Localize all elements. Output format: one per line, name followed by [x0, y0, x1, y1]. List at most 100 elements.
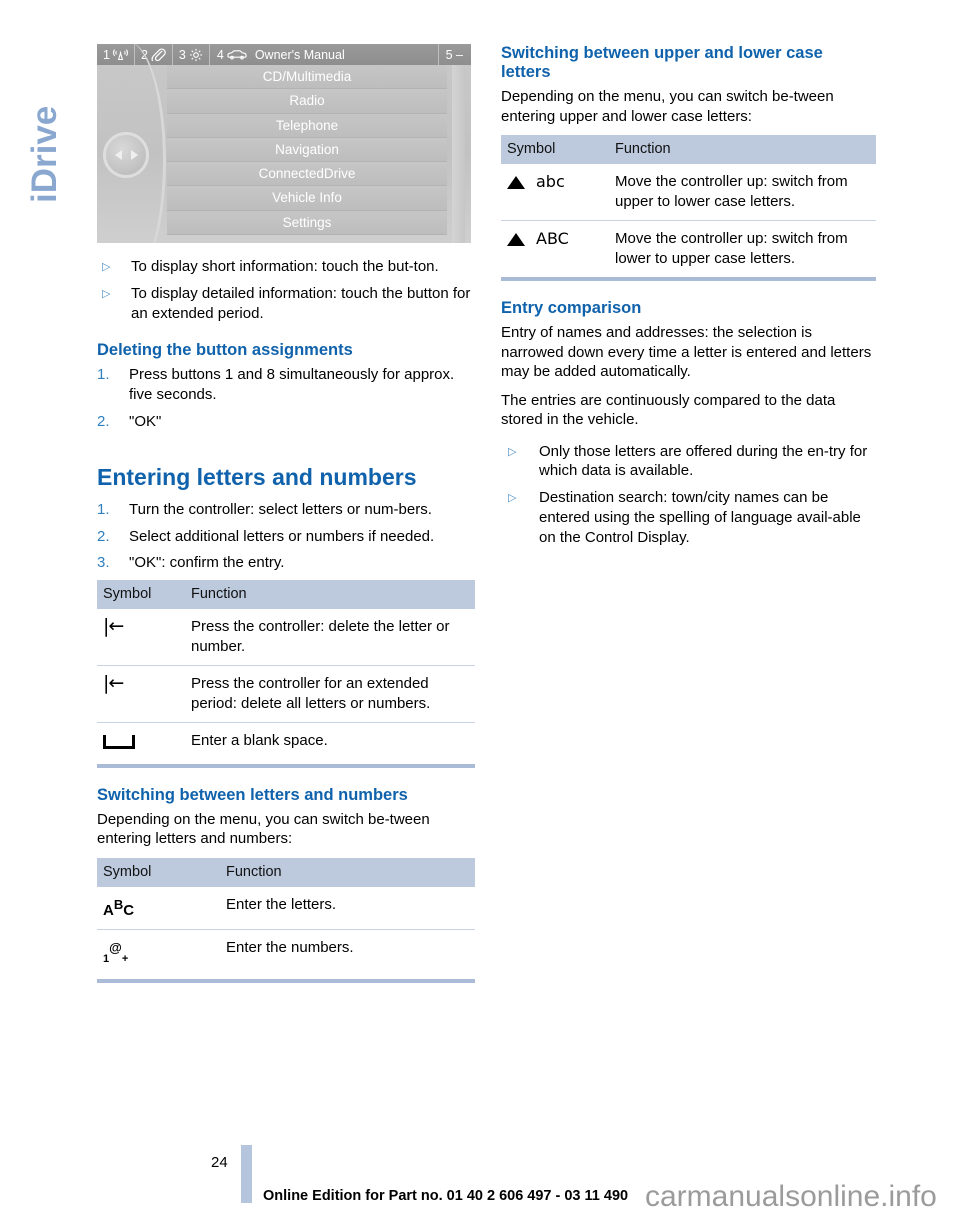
function-cell: Move the controller up: switch from uppe… — [609, 164, 876, 221]
status-num-5: 5 – — [445, 47, 463, 62]
status-cell-4: 4 Owner's Manual — [210, 44, 438, 65]
entry-symbol-table: Symbol Function |← Press the controller:… — [97, 580, 475, 768]
case-symbol-table: Symbol Function abc Move the controller … — [501, 135, 876, 281]
status-cell-1: 1 — [97, 44, 135, 65]
step-number: 1. — [97, 500, 110, 518]
backspace-icon: |← — [103, 672, 124, 695]
column-header-function: Function — [185, 580, 475, 610]
table-row: |← Press the controller for an extended … — [97, 665, 475, 724]
list-item: 1. Turn the controller: select letters o… — [97, 500, 475, 520]
list-item-text: To display short information: touch the … — [131, 258, 439, 275]
symbol-cell: abc — [501, 164, 609, 221]
idrive-menu-item[interactable]: Radio — [167, 89, 447, 114]
controller-knob-icon — [103, 132, 149, 178]
table-header-row: Symbol Function — [501, 135, 876, 164]
idrive-status-bar: 1 2 3 4 Owner's Manual 5 – — [97, 44, 471, 65]
left-column: 1 2 3 4 Owner's Manual 5 – CD/Multimedia… — [97, 44, 475, 983]
list-item: 2. "OK" — [97, 412, 475, 432]
intro-bullet-list: ▷ To display short information: touch th… — [97, 257, 475, 323]
table-row: Enter a blank space. — [97, 723, 475, 766]
status-num-2: 2 — [140, 47, 148, 62]
column-header-symbol: Symbol — [97, 580, 185, 610]
idrive-menu-list: CD/Multimedia Radio Telephone Navigation… — [167, 65, 447, 243]
bullet-triangle-icon: ▷ — [508, 492, 517, 505]
page-footer: 24 Online Edition for Part no. 01 40 2 6… — [0, 1142, 960, 1222]
case-label: ABC — [536, 229, 569, 248]
gear-icon — [189, 48, 203, 62]
right-column: Switching between upper and lower case l… — [501, 44, 876, 554]
table-row: ABC Move the controller up: switch from … — [501, 221, 876, 280]
chapter-tab-label: iDrive — [25, 105, 64, 203]
column-header-function: Function — [220, 857, 475, 887]
idrive-menu-item[interactable]: Telephone — [167, 113, 447, 138]
step-number: 3. — [97, 554, 110, 572]
arrow-left-icon — [114, 150, 122, 160]
chapter-tab: iDrive — [22, 36, 66, 206]
entering-steps-list: 1. Turn the controller: select letters o… — [97, 500, 475, 573]
table-header-row: Symbol Function — [97, 857, 475, 887]
table-row: |← Press the controller: delete the lett… — [97, 609, 475, 667]
switching-case-paragraph: Depending on the menu, you can switch be… — [501, 88, 834, 125]
list-item-text: Select additional letters or numbers if … — [129, 527, 435, 545]
section-heading-entry-comparison: Entry comparison — [501, 299, 642, 317]
list-item: ▷ Only those letters are offered during … — [501, 442, 876, 482]
case-label: abc — [536, 172, 565, 191]
function-cell: Enter the numbers. — [226, 939, 354, 957]
status-cell-5: 5 – — [437, 44, 471, 65]
idrive-menu-item[interactable]: CD/Multimedia — [167, 65, 447, 90]
list-item: ▷ To display detailed information: touch… — [97, 284, 475, 324]
column-header-symbol: Symbol — [501, 135, 609, 164]
table-header-row: Symbol Function — [97, 580, 475, 610]
symbol-cell: |← — [97, 609, 185, 667]
idrive-screen-title: Owner's Manual — [254, 47, 345, 62]
table-row: 1@+ Enter the numbers. — [97, 930, 475, 981]
triangle-up-icon — [507, 233, 525, 246]
step-number: 2. — [97, 527, 110, 545]
function-cell: Enter the letters. — [220, 886, 475, 931]
list-item: 1. Press buttons 1 and 8 simultaneously … — [97, 365, 475, 405]
list-item-text: Press buttons 1 and 8 simultaneously for… — [129, 366, 455, 404]
idrive-menu-item[interactable]: Navigation — [167, 137, 447, 163]
backspace-icon: |← — [103, 615, 124, 638]
status-num-4: 4 — [216, 47, 224, 62]
bullet-triangle-icon: ▷ — [102, 287, 111, 300]
list-item-text: "OK" — [129, 412, 162, 430]
switching-letters-numbers-paragraph: Depending on the menu, you can switch be… — [97, 810, 430, 848]
list-item: 2. Select additional letters or numbers … — [97, 527, 475, 547]
deleting-steps-list: 1. Press buttons 1 and 8 simultaneously … — [97, 365, 475, 431]
antenna-signal-icon — [112, 48, 128, 61]
bullet-triangle-icon: ▷ — [102, 261, 111, 273]
list-item-text: Turn the controller: select letters or n… — [129, 500, 432, 518]
idrive-menu-item[interactable]: Vehicle Info — [167, 186, 447, 211]
idrive-menu-item[interactable]: ConnectedDrive — [167, 162, 447, 187]
abc-letters-icon: ABC — [103, 896, 135, 919]
list-item-text: "OK": confirm the entry. — [129, 554, 285, 572]
function-cell: Enter a blank space. — [191, 732, 328, 750]
entry-comparison-paragraph: Entry of names and addresses: the select… — [501, 324, 872, 380]
symbol-cell: ABC — [501, 221, 609, 280]
car-icon — [227, 49, 247, 61]
idrive-menu-item[interactable]: Settings — [167, 210, 447, 236]
column-header-symbol: Symbol — [97, 857, 220, 887]
symbol-cell — [97, 723, 185, 766]
status-cell-2: 2 — [135, 44, 173, 65]
function-cell: Move the controller up: switch from lowe… — [615, 230, 848, 267]
section-heading-deleting: Deleting the button assignments — [97, 341, 353, 360]
status-cell-3: 3 — [173, 44, 210, 65]
symbol-cell: ABC — [97, 886, 220, 931]
entry-comparison-bullet-list: ▷ Only those letters are offered during … — [501, 442, 876, 548]
list-item: ▷ To display short information: touch th… — [97, 257, 475, 277]
status-num-3: 3 — [178, 47, 186, 62]
step-number: 2. — [97, 412, 110, 430]
triangle-up-icon — [507, 176, 525, 189]
step-number: 1. — [97, 366, 110, 384]
function-cell: Press the controller: delete the letter … — [185, 609, 475, 667]
symbol-cell: 1@+ — [97, 930, 220, 981]
watermark: carmanualsonline.info — [645, 1180, 937, 1213]
blank-space-icon — [103, 735, 135, 750]
function-cell: Press the controller for an extended per… — [185, 665, 475, 724]
bullet-triangle-icon: ▷ — [508, 445, 517, 458]
list-item-text: Only those letters are offered during th… — [539, 442, 868, 480]
idrive-screen-body: CD/Multimedia Radio Telephone Navigation… — [97, 44, 471, 243]
numbers-symbols-icon: 1@+ — [103, 940, 129, 966]
